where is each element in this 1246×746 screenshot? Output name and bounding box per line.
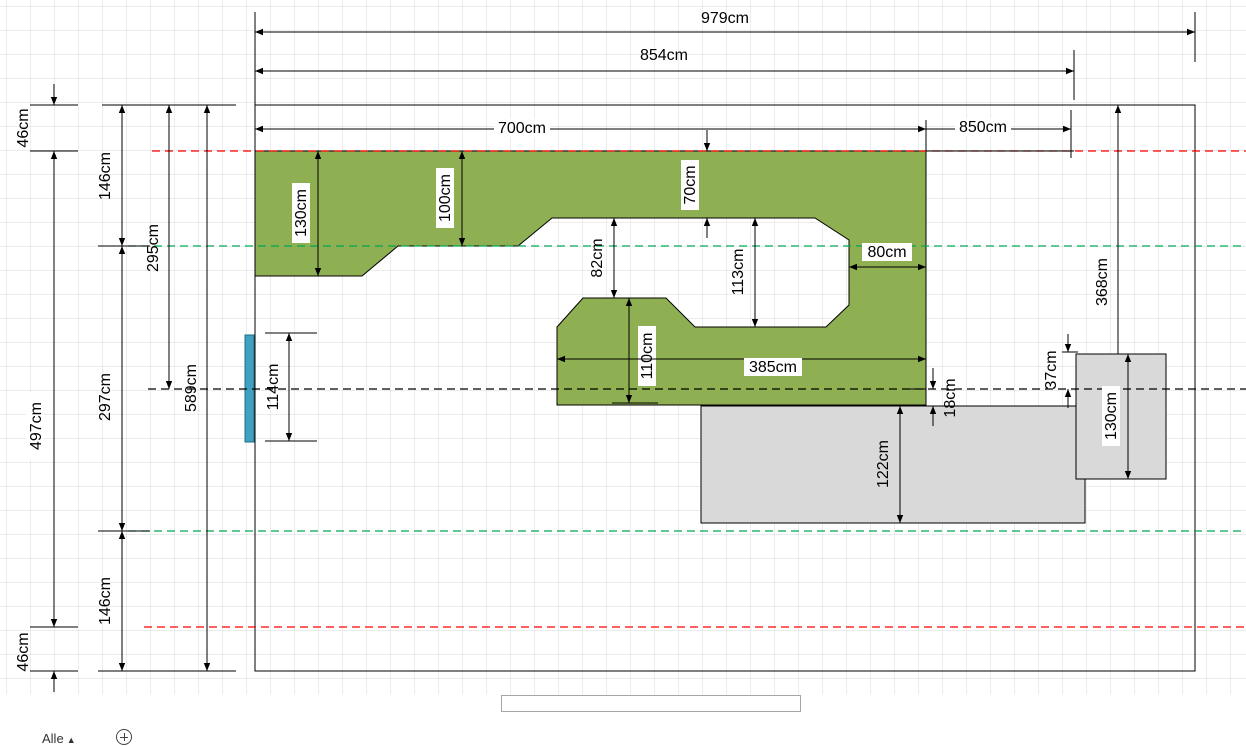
- label-146-bottom: 146cm: [97, 577, 114, 625]
- label-385: 385cm: [749, 359, 797, 376]
- label-130-left: 130cm: [293, 189, 310, 237]
- caret-up-icon: ▲: [66, 735, 76, 745]
- label-82: 82cm: [589, 238, 606, 277]
- label-979: 979cm: [701, 10, 749, 27]
- label-295: 295cm: [145, 224, 162, 272]
- label-46-bottom: 46cm: [15, 632, 32, 671]
- label-70: 70cm: [682, 165, 699, 204]
- sheet-tab-bar: Alle ▲: [0, 714, 1246, 746]
- label-100: 100cm: [437, 174, 454, 222]
- label-110: 110cm: [639, 333, 656, 380]
- grey-area-right: [1075, 353, 1167, 480]
- tab-all[interactable]: Alle ▲: [42, 731, 76, 746]
- floor-plan-diagram: 979cm 854cm 700cm 850cm 46cm 497cm 46cm …: [0, 0, 1246, 694]
- label-297: 297cm: [97, 373, 114, 421]
- label-850: 850cm: [959, 119, 1007, 136]
- tab-all-label: Alle: [42, 731, 64, 746]
- label-700: 700cm: [498, 120, 546, 137]
- label-122: 122cm: [875, 440, 892, 488]
- horizontal-scrollbar[interactable]: [501, 695, 801, 712]
- label-854: 854cm: [640, 47, 688, 64]
- plus-circle-icon[interactable]: [116, 729, 132, 745]
- label-46-top: 46cm: [15, 108, 32, 147]
- label-113: 113cm: [730, 249, 747, 296]
- label-589: 589cm: [183, 364, 200, 412]
- label-80: 80cm: [867, 244, 906, 261]
- label-497: 497cm: [28, 402, 45, 450]
- label-37: 37cm: [1043, 350, 1060, 389]
- grey-area-lower: [700, 405, 1086, 524]
- label-130-right: 130cm: [1103, 392, 1120, 440]
- label-114: 114cm: [265, 364, 282, 411]
- label-18: 18cm: [942, 378, 959, 417]
- label-368: 368cm: [1094, 258, 1111, 306]
- label-146-top: 146cm: [97, 152, 114, 200]
